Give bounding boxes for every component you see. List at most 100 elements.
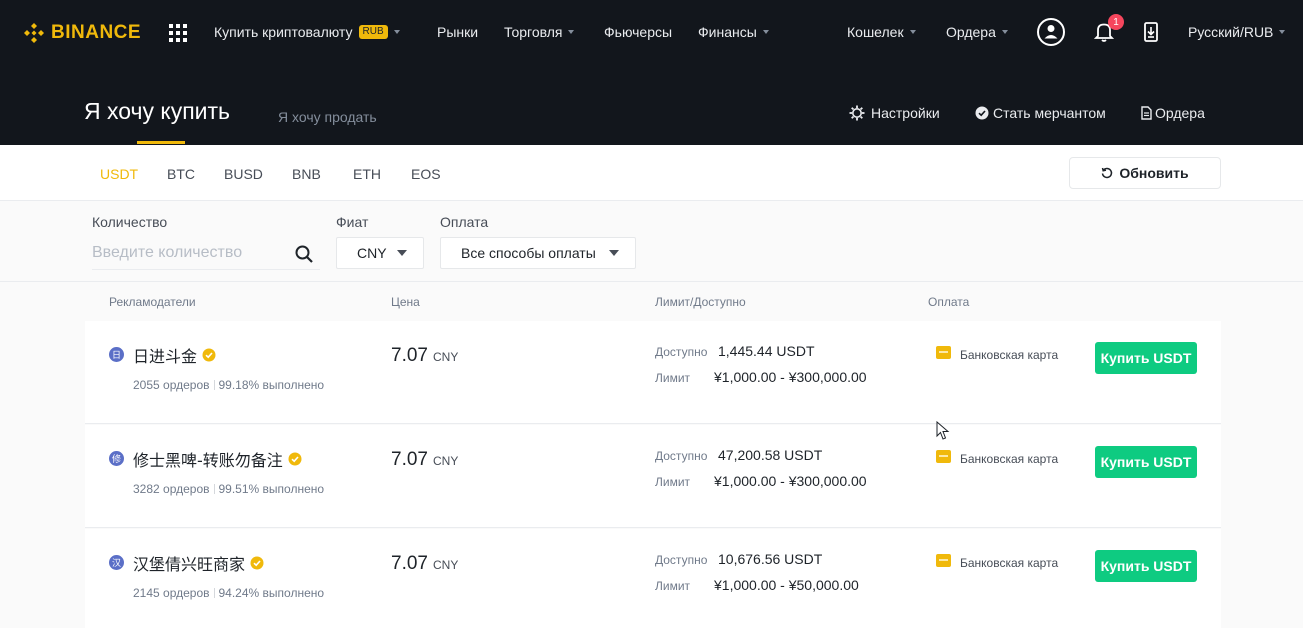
payment-label: Оплата <box>440 214 489 230</box>
price: 7.07 CNY <box>391 345 458 367</box>
nav-markets[interactable]: Рынки <box>437 24 478 40</box>
nav-futures-label: Фьючерсы <box>604 24 673 40</box>
payment-selected-value: Все способы оплаты <box>461 245 596 261</box>
tab-eth[interactable]: ETH <box>353 166 381 182</box>
nav-futures[interactable]: Фьючерсы <box>604 24 672 40</box>
tab-buy[interactable]: Я хочу купить <box>84 98 230 125</box>
user-icon <box>1037 18 1065 46</box>
limit-value: ¥1,000.00 - ¥300,000.00 <box>714 369 867 385</box>
nav-orders-label: Ордера <box>946 24 996 40</box>
buy-usdt-button[interactable]: Купить USDT <box>1095 342 1197 374</box>
bank-card-icon <box>936 346 951 359</box>
download-app-button[interactable] <box>1135 16 1167 48</box>
orders-link[interactable]: Ордера <box>1141 105 1205 121</box>
limit-value: ¥1,000.00 - ¥300,000.00 <box>714 473 867 489</box>
verified-check-icon <box>250 556 264 570</box>
order-count: 3282 ордеров <box>133 482 210 496</box>
refresh-button[interactable]: Обновить <box>1069 157 1221 189</box>
avatar: 修 <box>109 451 124 466</box>
buy-usdt-button[interactable]: Купить USDT <box>1095 550 1197 582</box>
order-count: 2055 ордеров <box>133 378 210 392</box>
advertiser-name[interactable]: 日进斗金 <box>133 343 216 367</box>
advertiser-stats: 2055 ордеров 99.18% выполнено <box>133 378 324 392</box>
nav-buy-crypto[interactable]: Купить криптовалюту RUB <box>214 24 400 40</box>
amount-input[interactable] <box>92 238 282 268</box>
limit-label: Лимит <box>655 579 691 593</box>
tab-busd[interactable]: BUSD <box>224 166 263 182</box>
dropdown-arrow-icon <box>609 250 619 256</box>
mobile-download-icon <box>1144 22 1158 42</box>
chevron-down-icon <box>1001 30 1008 34</box>
nav-finance[interactable]: Финансы <box>698 24 769 40</box>
payment-method-select[interactable]: Все способы оплаты <box>440 237 636 269</box>
price-currency: CNY <box>432 350 459 364</box>
language-currency-selector[interactable]: Русский/RUB <box>1188 24 1286 40</box>
price-value: 7.07 <box>391 449 428 470</box>
verified-check-icon <box>202 348 216 362</box>
chevron-down-icon <box>1279 30 1286 34</box>
header-limit-available: Лимит/Доступно <box>655 295 746 309</box>
active-tab-indicator <box>137 141 185 144</box>
avatar: 汉 <box>109 555 124 570</box>
notifications-button[interactable]: 1 <box>1088 14 1124 48</box>
nav-trade[interactable]: Торговля <box>504 24 575 40</box>
refresh-icon <box>1102 167 1113 179</box>
completion-rate: 94.24% выполнено <box>218 586 325 600</box>
divider <box>213 588 215 598</box>
price: 7.07 CNY <box>391 553 458 575</box>
apps-grid-icon[interactable] <box>169 24 187 42</box>
chevron-down-icon <box>393 30 400 34</box>
tab-sell[interactable]: Я хочу продать <box>278 109 377 125</box>
limit-label: Лимит <box>655 371 691 385</box>
settings-link[interactable]: Настройки <box>849 105 940 121</box>
amount-label: Количество <box>92 214 168 230</box>
advertiser-name-text: 汉堡倩兴旺商家 <box>133 555 246 574</box>
buy-usdt-button[interactable]: Купить USDT <box>1095 446 1197 478</box>
fiat-selected-value: CNY <box>357 245 387 261</box>
nav-wallet[interactable]: Кошелек <box>847 24 916 40</box>
price-value: 7.07 <box>391 345 428 366</box>
fiat-select[interactable]: CNY <box>336 237 424 269</box>
logo-text: BINANCE <box>51 22 142 43</box>
advertiser-name[interactable]: 汉堡倩兴旺商家 <box>133 551 264 575</box>
completion-rate: 99.18% выполнено <box>218 378 325 392</box>
nav-finance-label: Финансы <box>698 24 757 40</box>
become-merchant-link[interactable]: Стать мерчантом <box>975 105 1106 121</box>
bank-card-icon <box>936 450 951 463</box>
tab-bnb[interactable]: BNB <box>292 166 321 182</box>
bank-card-icon <box>936 554 951 567</box>
tab-eos[interactable]: EOS <box>411 166 441 182</box>
nav-orders[interactable]: Ордера <box>946 24 1008 40</box>
price-currency: CNY <box>432 558 459 572</box>
language-currency-label: Русский/RUB <box>1188 24 1274 40</box>
available-value: 47,200.58 USDT <box>718 447 823 463</box>
price-value: 7.07 <box>391 553 428 574</box>
dropdown-arrow-icon <box>397 250 407 256</box>
profile-button[interactable] <box>1035 16 1067 48</box>
document-icon <box>1141 106 1152 120</box>
search-icon[interactable] <box>294 244 314 264</box>
tab-usdt[interactable]: USDT <box>100 166 138 182</box>
fiat-label: Фиат <box>336 214 369 230</box>
chevron-down-icon <box>909 30 916 34</box>
header-price: Цена <box>391 295 420 309</box>
refresh-label: Обновить <box>1119 165 1189 181</box>
completion-rate: 99.51% выполнено <box>218 482 325 496</box>
binance-logo[interactable]: BINANCE <box>22 20 141 46</box>
tab-btc[interactable]: BTC <box>167 166 195 182</box>
settings-label: Настройки <box>871 105 940 121</box>
available-label: Доступно <box>655 449 708 463</box>
table-row: 日 日进斗金 2055 ордеров 99.18% выполнено 7.07… <box>85 321 1221 424</box>
advertiser-stats: 2145 ордеров 94.24% выполнено <box>133 586 324 600</box>
top-navbar: BINANCE Купить криптовалюту RUB Рынки То… <box>0 0 1303 66</box>
payment-method: Банковская карта <box>960 348 1059 362</box>
price-currency: CNY <box>432 454 459 468</box>
nav-buy-crypto-label: Купить криптовалюту <box>214 24 353 40</box>
table-row: 汉 汉堡倩兴旺商家 2145 ордеров 94.24% выполнено 7… <box>85 529 1221 628</box>
payment-method: Банковская карта <box>960 452 1059 466</box>
binance-logo-icon <box>24 23 44 43</box>
nav-wallet-label: Кошелек <box>847 24 904 40</box>
price: 7.07 CNY <box>391 449 458 471</box>
available-value: 1,445.44 USDT <box>718 343 815 359</box>
advertiser-name[interactable]: 修士黑啤-转账勿备注 <box>133 447 302 471</box>
